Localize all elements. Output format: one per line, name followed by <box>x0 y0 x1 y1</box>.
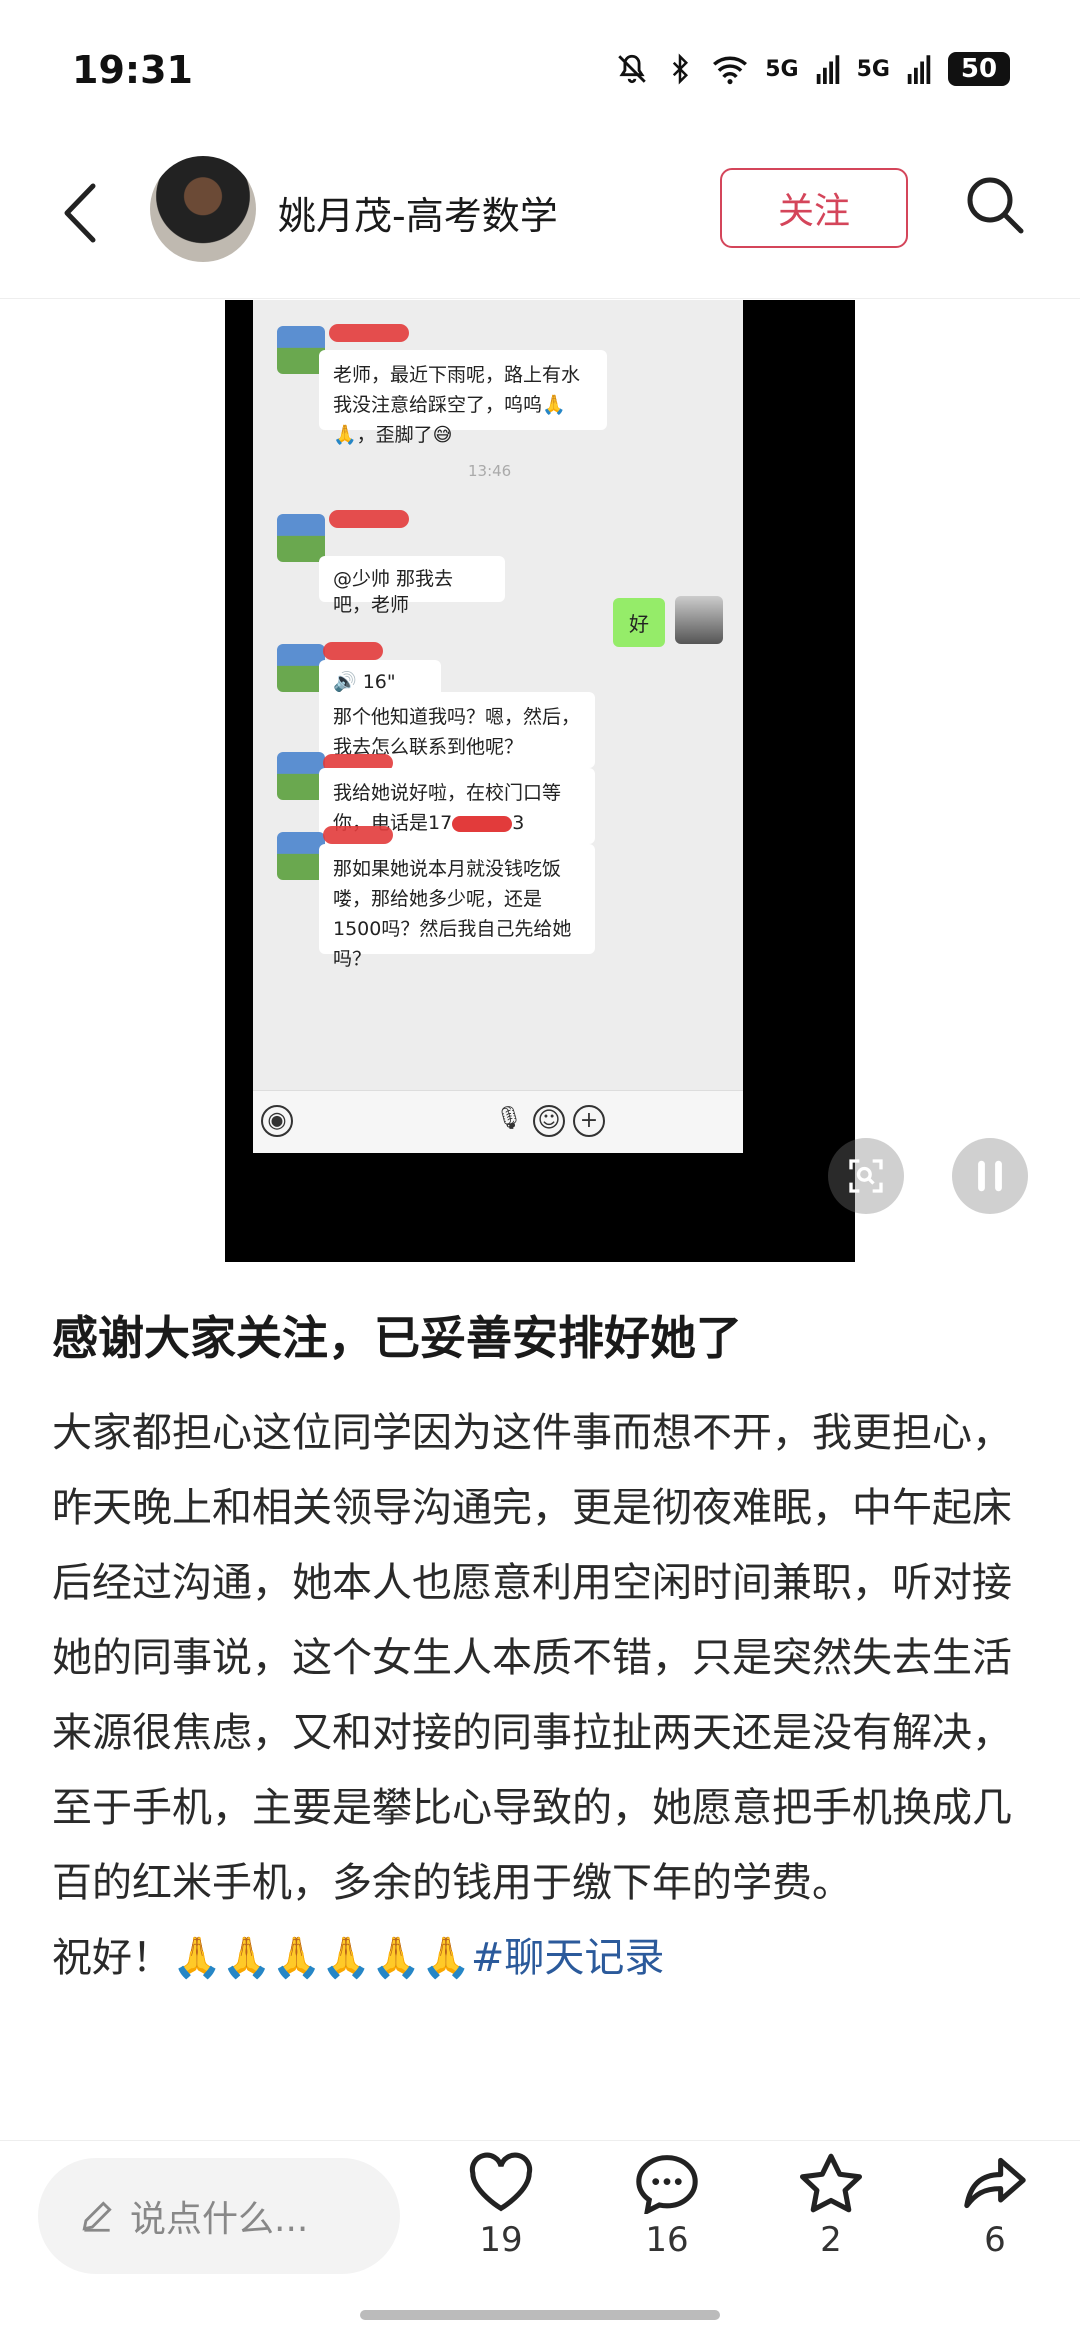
wifi-icon <box>713 56 748 85</box>
comment-count: 16 <box>645 2220 689 2260</box>
post-title: 感谢大家关注，已妥善安排好她了 <box>52 1311 742 1365</box>
user-avatar <box>675 596 723 644</box>
redaction-mark <box>323 826 393 844</box>
post-body: 大家都担心这位同学因为这件事而想不开，我更担心，昨天晚上和相关领导沟通完，更是彻… <box>52 1396 1022 1996</box>
status-icons: 5G 5G 50 <box>615 52 1010 86</box>
status-bar: 19:31 5G 5G 50 <box>0 0 1080 140</box>
share-button[interactable]: 6 <box>940 2152 1050 2260</box>
redaction-mark <box>329 324 409 342</box>
contact-avatar <box>277 752 325 800</box>
share-count: 6 <box>984 2220 1006 2260</box>
signal-bars-icon-2 <box>907 55 931 84</box>
mic-icon: 🎙 <box>495 1106 523 1131</box>
emoji-icon: ☺ <box>533 1105 565 1137</box>
author-name[interactable]: 姚月茂-高考数学 <box>278 185 558 240</box>
post-image[interactable]: 老师，最近下雨呢，路上有水我没注意给踩空了，呜呜🙏🙏，歪脚了😅 13:46 @少… <box>225 300 855 1262</box>
chat-screenshot: 老师，最近下雨呢，路上有水我没注意给踩空了，呜呜🙏🙏，歪脚了😅 13:46 @少… <box>253 300 743 1153</box>
pause-icon[interactable] <box>952 1138 1028 1214</box>
scan-image-icon[interactable] <box>828 1138 904 1214</box>
post-closing: 祝好！🙏🙏🙏🙏🙏🙏 <box>52 1935 471 1981</box>
chat-input-bar: ◉ 🎙 ☺ + <box>253 1090 743 1153</box>
redaction-mark <box>329 510 409 528</box>
bluetooth-icon <box>673 53 689 85</box>
author-avatar[interactable] <box>150 156 256 262</box>
pencil-icon <box>82 2201 112 2232</box>
favorite-button[interactable]: 2 <box>776 2152 886 2260</box>
post-body-text: 大家都担心这位同学因为这件事而想不开，我更担心，昨天晚上和相关领导沟通完，更是彻… <box>52 1410 1012 1906</box>
chat-timestamp: 13:46 <box>468 462 512 480</box>
chat-reply: 好 <box>613 598 665 647</box>
chat-message: 那如果她说本月就没钱吃饭喽，那给她多少呢，还是1500吗？然后我自己先给她吗？ <box>319 844 595 970</box>
favorite-count: 2 <box>820 2220 842 2260</box>
hashtag-link[interactable]: #聊天记录 <box>471 1935 665 1981</box>
share-arrow-icon <box>964 2157 1026 2209</box>
star-icon <box>800 2153 862 2213</box>
signal-bars-icon <box>816 55 839 84</box>
voice-toggle-icon: ◉ <box>261 1105 293 1137</box>
comment-bubble-icon <box>636 2155 698 2214</box>
battery-indicator: 50 <box>948 52 1010 86</box>
follow-button[interactable]: 关注 <box>720 168 908 248</box>
contact-avatar <box>277 326 325 374</box>
redaction-mark <box>323 642 383 660</box>
plus-icon: + <box>573 1105 605 1137</box>
contact-avatar <box>277 644 325 692</box>
chat-message: 老师，最近下雨呢，路上有水我没注意给踩空了，呜呜🙏🙏，歪脚了😅 <box>319 350 607 446</box>
heart-icon <box>469 2152 533 2212</box>
like-count: 19 <box>479 2220 523 2260</box>
header-divider <box>0 298 1080 299</box>
like-button[interactable]: 19 <box>446 2152 556 2260</box>
bottom-divider <box>0 2140 1080 2141</box>
voice-duration: 16" <box>362 671 396 693</box>
status-time: 19:31 <box>72 48 193 92</box>
search-icon[interactable] <box>960 170 1030 240</box>
mute-bell-icon <box>618 54 647 84</box>
signal-1-label: 5G <box>765 56 799 82</box>
back-arrow-icon[interactable] <box>55 178 105 248</box>
chat-message: @少帅 那我去吧，老师 <box>319 556 505 616</box>
comment-placeholder: 说点什么... <box>130 2199 309 2240</box>
signal-2-label: 5G <box>856 56 890 82</box>
home-indicator[interactable] <box>360 2310 720 2320</box>
comment-input[interactable]: 说点什么... <box>38 2158 400 2274</box>
contact-avatar <box>277 832 325 880</box>
contact-avatar <box>277 514 325 562</box>
comment-button[interactable]: 16 <box>612 2152 722 2260</box>
